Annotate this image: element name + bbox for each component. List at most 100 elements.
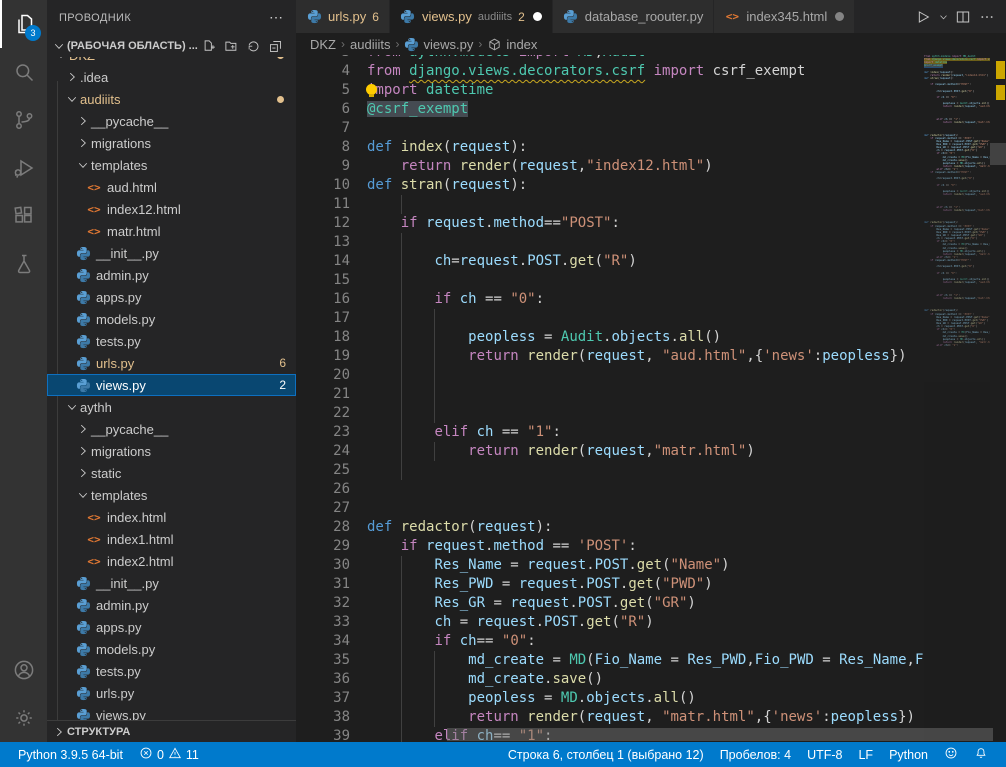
account-icon[interactable] (0, 646, 47, 694)
tab-index345.html[interactable]: <>index345.html (714, 0, 855, 33)
testing-icon[interactable] (0, 240, 47, 288)
tree-item-index.html[interactable]: <>index.html (47, 506, 296, 528)
code-line-27[interactable]: 27 (296, 499, 926, 518)
code-line-9[interactable]: 9 return render(request,"index12.html") (296, 157, 926, 176)
workspace-section-header[interactable]: (РАБОЧАЯ ОБЛАСТЬ) ... (47, 35, 296, 57)
tree-item-tests.py[interactable]: tests.py (47, 660, 296, 682)
run-debug-icon[interactable] (0, 144, 47, 192)
code-line-19[interactable]: 19 return render(request, "aud.html",{'n… (296, 347, 926, 366)
code-line-35[interactable]: 35 md_create = MD(Fio_Name = Res_PWD,Fio… (296, 651, 926, 670)
search-icon[interactable] (0, 48, 47, 96)
collapse-all-icon[interactable] (266, 37, 284, 55)
code-line-11[interactable]: 11 (296, 195, 926, 214)
outline-section-header[interactable]: СТРУКТУРА (47, 720, 296, 742)
code-line-18[interactable]: 18 peopless = Audit.objects.all() (296, 328, 926, 347)
tree-item-static[interactable]: static (47, 462, 296, 484)
tree-item-__init__.py[interactable]: __init__.py (47, 242, 296, 264)
code-line-17[interactable]: 17 (296, 309, 926, 328)
tree-item-__init__.py[interactable]: __init__.py (47, 572, 296, 594)
tree-item-audiiits[interactable]: audiiits (47, 88, 296, 110)
tree-item-__pycache__[interactable]: __pycache__ (47, 418, 296, 440)
status-cursor-position[interactable]: Строка 6, столбец 1 (выбрано 12) (500, 742, 712, 767)
code-line-16[interactable]: 16 if ch == "0": (296, 290, 926, 309)
breadcrumb-item-views.py[interactable]: views.py (404, 37, 473, 52)
status-encoding[interactable]: UTF-8 (799, 742, 850, 767)
tree-item-migrations[interactable]: migrations (47, 440, 296, 462)
vertical-scrollbar-thumb[interactable] (990, 143, 1006, 165)
tree-item-aythh[interactable]: aythh (47, 396, 296, 418)
tree-item-views.py[interactable]: views.py2 (47, 374, 296, 396)
breadcrumb-item-index[interactable]: index (487, 37, 537, 52)
breadcrumb-item-DKZ[interactable]: DKZ (310, 37, 336, 52)
code-line-28[interactable]: 28def redactor(request): (296, 518, 926, 537)
more-actions-icon[interactable] (976, 6, 998, 28)
tree-item-index1.html[interactable]: <>index1.html (47, 528, 296, 550)
tree-item-admin.py[interactable]: admin.py (47, 264, 296, 286)
tree-item-apps.py[interactable]: apps.py (47, 616, 296, 638)
explorer-icon[interactable]: 3 (0, 0, 47, 48)
status-problems[interactable]: 011 (131, 742, 207, 767)
horizontal-scrollbar-thumb[interactable] (447, 728, 993, 741)
code-editor[interactable]: 3from aythh.models import MD,Audit4from … (296, 55, 1006, 742)
tab-database_roouter.py[interactable]: database_roouter.py (553, 0, 715, 33)
tree-item-__pycache__[interactable]: __pycache__ (47, 110, 296, 132)
code-line-32[interactable]: 32 Res_GR = request.POST.get("GR") (296, 594, 926, 613)
new-folder-icon[interactable] (222, 37, 240, 55)
tab-urls.py[interactable]: urls.py6 (296, 0, 390, 33)
status-feedback-icon[interactable] (936, 742, 966, 767)
tree-item-templates[interactable]: templates (47, 154, 296, 176)
dirty-indicator-icon[interactable] (533, 12, 542, 21)
code-line-12[interactable]: 12 if request.method=="POST": (296, 214, 926, 233)
code-line-6[interactable]: 6@csrf_exempt (296, 100, 926, 119)
tree-item-DKZ[interactable]: DKZ (47, 57, 296, 66)
code-line-20[interactable]: 20 (296, 366, 926, 385)
code-line-31[interactable]: 31 Res_PWD = request.POST.get("PWD") (296, 575, 926, 594)
split-editor-icon[interactable] (952, 6, 974, 28)
code-line-21[interactable]: 21 (296, 385, 926, 404)
chevron-down-icon[interactable] (936, 6, 950, 28)
tree-item-index12.html[interactable]: <>index12.html (47, 198, 296, 220)
code-line-24[interactable]: 24 return render(request,"matr.html") (296, 442, 926, 461)
code-line-29[interactable]: 29 if request.method == 'POST': (296, 537, 926, 556)
tree-item-admin.py[interactable]: admin.py (47, 594, 296, 616)
run-icon[interactable] (912, 6, 934, 28)
code-line-30[interactable]: 30 Res_Name = request.POST.get("Name") (296, 556, 926, 575)
code-line-36[interactable]: 36 md_create.save() (296, 670, 926, 689)
status-indentation[interactable]: Пробелов: 4 (712, 742, 799, 767)
tree-item-aud.html[interactable]: <>aud.html (47, 176, 296, 198)
code-line-25[interactable]: 25 (296, 461, 926, 480)
breadcrumb-item-audiiits[interactable]: audiiits (350, 37, 390, 52)
code-line-13[interactable]: 13 (296, 233, 926, 252)
code-line-7[interactable]: 7 (296, 119, 926, 138)
new-file-icon[interactable] (200, 37, 218, 55)
code-line-22[interactable]: 22 (296, 404, 926, 423)
status-language-mode[interactable]: Python (881, 742, 936, 767)
dirty-indicator-icon[interactable] (835, 12, 844, 21)
tree-item-urls.py[interactable]: urls.py6 (47, 352, 296, 374)
tree-item-matr.html[interactable]: <>matr.html (47, 220, 296, 242)
code-line-5[interactable]: 5import datetime (296, 81, 926, 100)
tree-item-models.py[interactable]: models.py (47, 308, 296, 330)
tree-item-templates[interactable]: templates (47, 484, 296, 506)
lightbulb-icon[interactable] (365, 84, 378, 97)
code-line-33[interactable]: 33 ch = request.POST.get("R") (296, 613, 926, 632)
code-line-38[interactable]: 38 return render(request, "matr.html",{'… (296, 708, 926, 727)
code-line-37[interactable]: 37 peopless = MD.objects.all() (296, 689, 926, 708)
tree-item-index2.html[interactable]: <>index2.html (47, 550, 296, 572)
code-line-15[interactable]: 15 (296, 271, 926, 290)
code-line-26[interactable]: 26 (296, 480, 926, 499)
status-eol[interactable]: LF (850, 742, 881, 767)
code-line-14[interactable]: 14 ch=request.POST.get("R") (296, 252, 926, 271)
status-python-interpreter[interactable]: Python 3.9.5 64-bit (10, 742, 131, 767)
settings-gear-icon[interactable] (0, 694, 47, 742)
tree-item-.idea[interactable]: .idea (47, 66, 296, 88)
extensions-icon[interactable] (0, 192, 47, 240)
tree-item-urls.py[interactable]: urls.py (47, 682, 296, 704)
tree-item-apps.py[interactable]: apps.py (47, 286, 296, 308)
code-line-34[interactable]: 34 if ch== "0": (296, 632, 926, 651)
tree-item-migrations[interactable]: migrations (47, 132, 296, 154)
tree-item-tests.py[interactable]: tests.py (47, 330, 296, 352)
status-notifications-icon[interactable] (966, 742, 996, 767)
code-line-10[interactable]: 10def stran(request): (296, 176, 926, 195)
code-line-23[interactable]: 23 elif ch == "1": (296, 423, 926, 442)
